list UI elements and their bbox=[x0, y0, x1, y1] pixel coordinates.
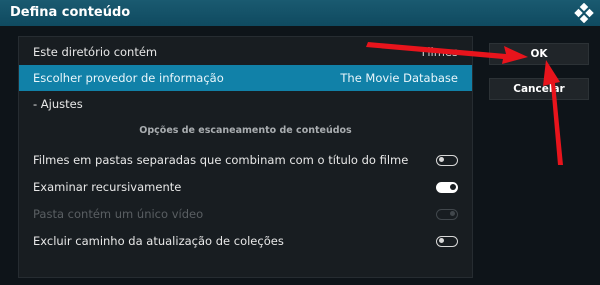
info-provider-row[interactable]: Escolher provedor de informação The Movi… bbox=[19, 65, 472, 91]
dialog-titlebar: Defina conteúdo bbox=[0, 0, 600, 26]
toggle-switch-icon[interactable] bbox=[436, 154, 458, 166]
scan-options-title: Opções de escaneamento de conteúdos bbox=[139, 124, 352, 136]
info-provider-label: Escolher provedor de informação bbox=[33, 71, 224, 85]
toggle-row-separate-folders[interactable]: Filmes em pastas separadas que combinam … bbox=[19, 147, 472, 173]
toggle-row-recursive[interactable]: Examinar recursivamente bbox=[19, 174, 472, 200]
adjustments-label: - Ajustes bbox=[33, 97, 83, 111]
toggle-switch-icon bbox=[436, 208, 458, 220]
scan-options-heading: Opções de escaneamento de conteúdos bbox=[19, 118, 472, 142]
info-provider-value: The Movie Database bbox=[340, 71, 458, 85]
directory-content-label: Este diretório contém bbox=[33, 45, 158, 59]
toggle-switch-icon[interactable] bbox=[436, 235, 458, 247]
toggle-row-single-video: Pasta contém um único vídeo bbox=[19, 201, 472, 227]
cancel-button[interactable]: Cancelar bbox=[489, 78, 589, 100]
directory-content-row[interactable]: Este diretório contém Filmes bbox=[19, 39, 472, 65]
ok-button[interactable]: OK bbox=[489, 43, 589, 65]
annotation-arrow-vertical bbox=[543, 60, 563, 165]
toggle-label: Excluir caminho da atualização de coleçõ… bbox=[33, 234, 284, 248]
content-dialog: Defina conteúdo Este diretório contém Fi… bbox=[0, 0, 600, 285]
dialog-title: Defina conteúdo bbox=[10, 5, 131, 20]
kodi-logo-icon bbox=[574, 3, 594, 23]
toggle-label: Examinar recursivamente bbox=[33, 180, 182, 194]
settings-panel: Este diretório contém Filmes Escolher pr… bbox=[18, 36, 473, 278]
toggle-switch-icon[interactable] bbox=[436, 181, 458, 193]
toggle-row-exclude-path[interactable]: Excluir caminho da atualização de coleçõ… bbox=[19, 228, 472, 254]
toggle-label: Filmes em pastas separadas que combinam … bbox=[33, 153, 409, 167]
directory-content-value: Filmes bbox=[421, 45, 458, 59]
adjustments-row[interactable]: - Ajustes bbox=[19, 91, 472, 117]
toggle-label: Pasta contém um único vídeo bbox=[33, 207, 204, 221]
